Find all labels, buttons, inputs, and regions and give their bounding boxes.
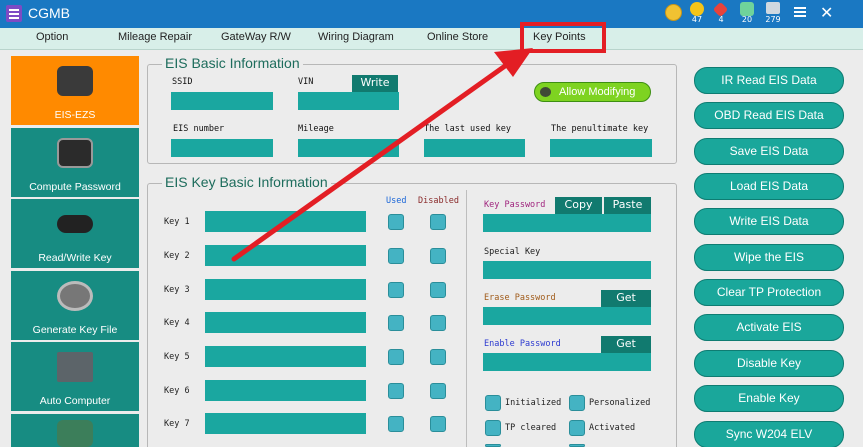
annotation-arrow: [231, 48, 533, 262]
arrow-shaft: [231, 63, 508, 262]
